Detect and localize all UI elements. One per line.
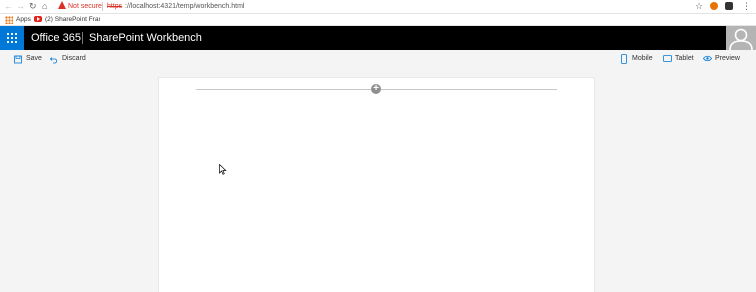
avatar[interactable] <box>726 26 756 50</box>
back-icon[interactable]: ← <box>4 1 13 12</box>
apps-bookmark[interactable]: Apps <box>16 15 31 24</box>
reload-icon[interactable]: ↻ <box>29 1 37 12</box>
save-label: Save <box>26 55 42 62</box>
workbench-canvas[interactable]: + <box>158 77 595 292</box>
menu-icon[interactable]: ⋮ <box>742 1 751 12</box>
address-separator <box>102 2 103 11</box>
star-icon[interactable]: ☆ <box>695 1 703 12</box>
save-button[interactable]: Save <box>14 50 44 68</box>
url-text[interactable]: ://localhost:4321/temp/workbench.html <box>125 1 244 12</box>
warning-icon[interactable] <box>58 1 66 9</box>
extension-icon[interactable] <box>710 2 718 10</box>
youtube-icon[interactable] <box>34 16 42 22</box>
security-status[interactable]: Not secure <box>68 1 102 12</box>
preview-icon <box>703 55 712 62</box>
user-icon <box>729 28 753 50</box>
preview-button[interactable]: Preview <box>703 50 743 68</box>
suite-separator <box>82 32 83 44</box>
tablet-icon <box>663 55 672 62</box>
save-icon <box>14 55 22 64</box>
mobile-icon <box>621 54 627 64</box>
undo-icon <box>50 57 57 64</box>
mobile-label: Mobile <box>632 55 653 62</box>
product-name[interactable]: Office 365 <box>31 31 81 45</box>
bookmark-item[interactable]: (2) SharePoint Framew <box>45 15 100 24</box>
suite-bar: Office 365 SharePoint Workbench <box>0 26 756 50</box>
tablet-button[interactable]: Tablet <box>663 50 697 68</box>
home-icon[interactable]: ⌂ <box>42 1 47 12</box>
mouse-cursor-icon <box>219 164 227 175</box>
url-scheme[interactable]: https <box>107 1 122 12</box>
mobile-button[interactable]: Mobile <box>621 50 657 68</box>
waffle-icon <box>6 32 18 44</box>
command-bar: Save Discard Mobile Tablet Preview <box>0 50 756 68</box>
app-launcher-button[interactable] <box>0 26 24 50</box>
forward-icon[interactable]: → <box>16 1 25 12</box>
tablet-label: Tablet <box>675 55 694 62</box>
bookmarks-bar: Apps (2) SharePoint Framew <box>0 14 756 26</box>
discard-label: Discard <box>62 55 86 62</box>
add-webpart-button[interactable]: + <box>371 84 381 94</box>
browser-address-bar: ← → ↻ ⌂ Not secure https ://localhost:43… <box>0 0 756 14</box>
discard-button[interactable]: Discard <box>50 50 90 68</box>
apps-icon[interactable] <box>5 16 13 24</box>
preview-label: Preview <box>715 55 740 62</box>
app-title[interactable]: SharePoint Workbench <box>89 31 202 45</box>
extension-icon[interactable] <box>725 2 733 10</box>
